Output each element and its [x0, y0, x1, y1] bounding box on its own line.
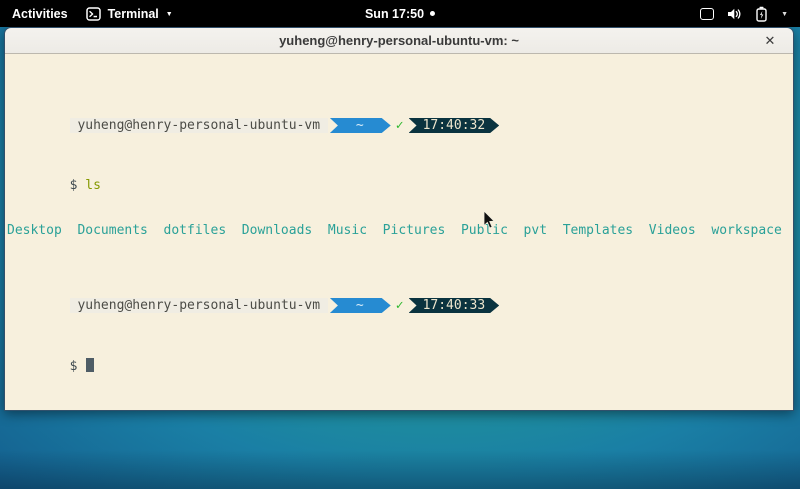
prompt-user-host: yuheng@henry-personal-ubuntu-vm [70, 118, 328, 133]
chevron-down-icon: ▼ [781, 11, 788, 18]
activities-button[interactable]: Activities [12, 7, 68, 21]
gnome-top-bar: Activities Terminal ▼ Sun 17:50 [0, 0, 800, 27]
prompt-time-segment: 17:40:33 [409, 298, 500, 313]
window-title: yuheng@henry-personal-ubuntu-vm: ~ [279, 33, 519, 48]
battery-charging-icon [755, 6, 768, 22]
window-titlebar[interactable]: yuheng@henry-personal-ubuntu-vm: ~ ✕ [5, 28, 793, 54]
app-menu-terminal[interactable]: Terminal ▼ [86, 7, 173, 21]
notification-dot-icon [430, 11, 435, 16]
close-icon[interactable]: ✕ [761, 28, 779, 54]
app-menu-label: Terminal [108, 7, 159, 21]
terminal-output-line: Desktop Documents dotfiles Downloads Mus… [7, 223, 793, 238]
clock-menu[interactable]: Sun 17:50 [365, 0, 435, 27]
prompt-time-segment: 17:40:32 [409, 118, 500, 133]
status-check-icon: ✓ [396, 298, 404, 313]
terminal-app-icon [86, 7, 101, 21]
desktop: Activities Terminal ▼ Sun 17:50 [0, 0, 800, 489]
terminal-prompt-line: yuheng@henry-personal-ubuntu-vm ~✓17:40:… [7, 103, 793, 118]
prompt-user-host: yuheng@henry-personal-ubuntu-vm [70, 298, 328, 313]
prompt-path-segment: ~ [330, 298, 391, 313]
volume-icon [727, 7, 742, 21]
mouse-cursor-icon [483, 211, 496, 230]
terminal-command-line: $ [7, 343, 793, 358]
prompt-symbol: $ [70, 359, 86, 374]
status-check-icon: ✓ [396, 118, 404, 133]
prompt-symbol: $ [70, 178, 86, 193]
prompt-path-segment: ~ [330, 118, 391, 133]
screen-icon [700, 8, 714, 20]
terminal-command-line: $ ls [7, 163, 793, 178]
terminal-prompt-line: yuheng@henry-personal-ubuntu-vm ~✓17:40:… [7, 283, 793, 298]
terminal-cursor [86, 358, 94, 372]
chevron-down-icon: ▼ [166, 11, 173, 18]
terminal-window: yuheng@henry-personal-ubuntu-vm: ~ ✕ yuh… [4, 27, 794, 411]
command-text: ls [85, 178, 101, 193]
system-status-area[interactable]: ▼ [700, 0, 800, 27]
terminal-content[interactable]: yuheng@henry-personal-ubuntu-vm ~ ✓ 17:40:… [5, 54, 793, 410]
clock-label: Sun 17:50 [365, 7, 424, 21]
